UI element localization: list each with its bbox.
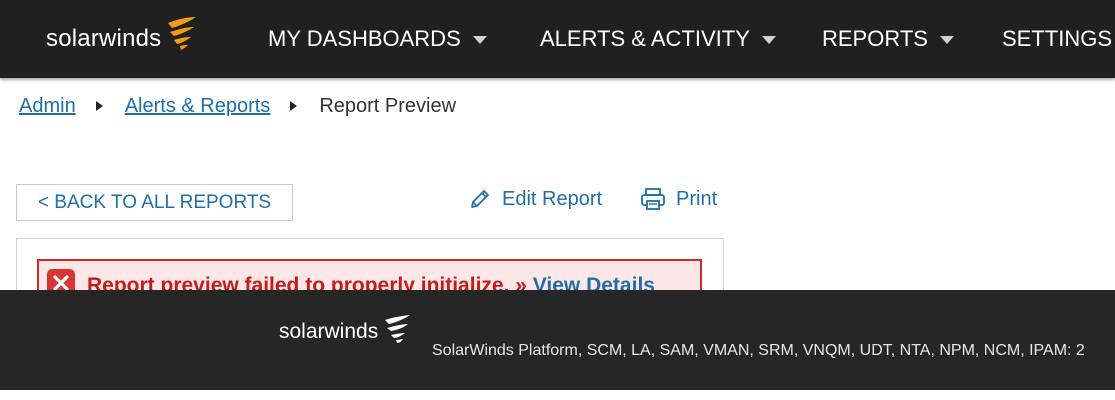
footer-bar: solarwinds SolarWinds Platform, SCM, LA,… [0, 290, 1115, 390]
pencil-icon [468, 187, 492, 211]
nav-alerts-activity[interactable]: ALERTS & ACTIVITY [540, 0, 776, 78]
top-nav-bar: solarwinds MY DASHBOARDS ALERTS & ACTIVI… [0, 0, 1115, 78]
solarwinds-footer-flame-icon [382, 314, 412, 344]
nav-my-dashboards[interactable]: MY DASHBOARDS [268, 0, 487, 78]
footer-logo: solarwinds [279, 315, 412, 344]
nav-label: ALERTS & ACTIVITY [540, 26, 750, 51]
nav-label: REPORTS [822, 26, 928, 51]
solarwinds-flame-icon [164, 15, 198, 56]
caret-down-icon [472, 36, 487, 44]
footer-logo-text: solarwinds [279, 320, 379, 343]
breadcrumb-arrow-icon [290, 101, 298, 111]
logo-text: solarwinds [46, 25, 162, 52]
back-to-all-reports-button[interactable]: < BACK TO ALL REPORTS [16, 184, 293, 221]
nav-settings[interactable]: SETTINGS [1002, 0, 1112, 78]
print-link[interactable]: Print [640, 182, 717, 216]
breadcrumb-admin[interactable]: Admin [19, 95, 76, 118]
solarwinds-logo[interactable]: solarwinds [46, 14, 198, 64]
edit-report-link[interactable]: Edit Report [468, 182, 602, 216]
breadcrumb-current: Report Preview [319, 94, 457, 117]
breadcrumb: Admin Alerts & Reports Report Preview [19, 92, 456, 120]
nav-label: SETTINGS [1002, 26, 1113, 51]
nav-label: MY DASHBOARDS [268, 26, 461, 51]
print-label: Print [676, 187, 718, 210]
breadcrumb-arrow-icon [95, 101, 103, 111]
caret-down-icon [939, 36, 954, 44]
footer-products: SolarWinds Platform, SCM, LA, SAM, VMAN,… [432, 342, 1085, 359]
printer-icon [640, 187, 666, 211]
caret-down-icon [761, 36, 776, 44]
breadcrumb-alerts-reports[interactable]: Alerts & Reports [125, 95, 271, 118]
edit-report-label: Edit Report [502, 187, 603, 210]
nav-reports[interactable]: REPORTS [822, 0, 954, 78]
